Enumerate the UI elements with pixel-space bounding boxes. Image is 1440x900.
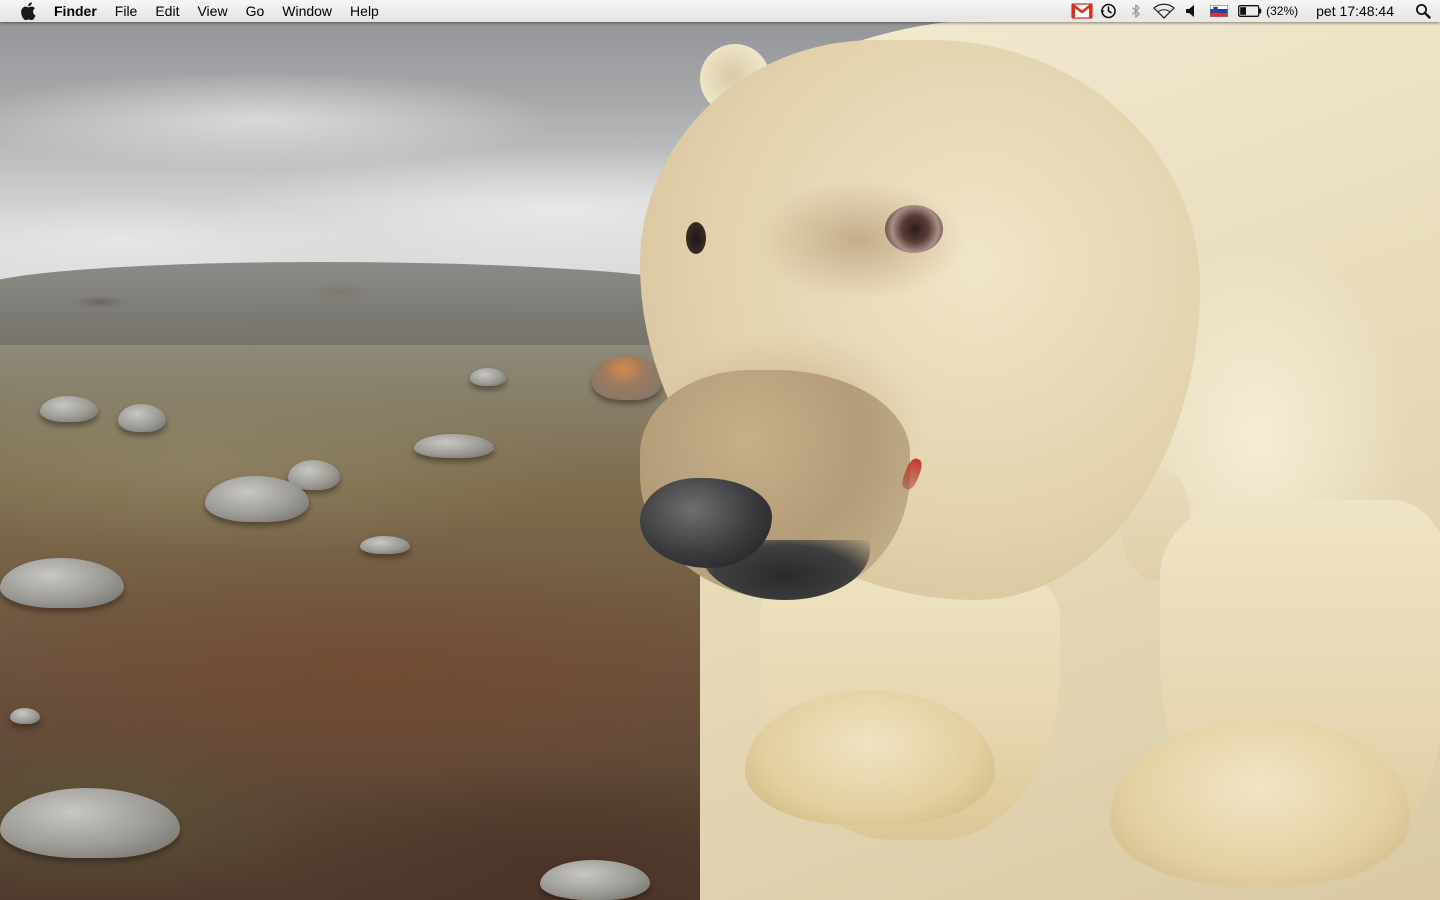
- menu-bar: Finder File Edit View Go Window Help (32…: [0, 0, 1440, 22]
- volume-icon[interactable]: [1178, 0, 1204, 22]
- battery-percent: (32%): [1266, 4, 1299, 18]
- menu-bar-left: Finder File Edit View Go Window Help: [0, 0, 388, 22]
- rock: [592, 356, 662, 400]
- slovenian-flag-icon[interactable]: [1204, 0, 1234, 22]
- spotlight-search-icon[interactable]: [1406, 0, 1440, 22]
- rock: [118, 404, 166, 432]
- polar-bear-eye: [885, 205, 943, 253]
- menu-window[interactable]: Window: [273, 0, 341, 22]
- battery-icon: [1238, 5, 1262, 17]
- rock: [40, 396, 98, 422]
- rock: [540, 860, 650, 900]
- menu-go[interactable]: Go: [237, 0, 274, 22]
- rock: [414, 434, 494, 458]
- menu-help[interactable]: Help: [341, 0, 388, 22]
- menu-file[interactable]: File: [106, 0, 147, 22]
- rock: [360, 536, 410, 554]
- wifi-icon[interactable]: [1150, 0, 1178, 22]
- bluetooth-icon[interactable]: [1122, 0, 1150, 22]
- menu-edit[interactable]: Edit: [146, 0, 188, 22]
- apple-logo-icon[interactable]: [17, 0, 39, 22]
- rock: [470, 368, 506, 386]
- menu-finder[interactable]: Finder: [53, 0, 106, 22]
- battery-status[interactable]: (32%): [1234, 0, 1302, 22]
- menu-bar-clock[interactable]: pet 17:48:44: [1302, 0, 1406, 22]
- rock: [10, 708, 40, 724]
- menu-bar-status-area: (32%) pet 17:48:44: [1070, 0, 1440, 22]
- menu-view[interactable]: View: [188, 0, 236, 22]
- time-machine-icon[interactable]: [1094, 0, 1122, 22]
- polar-bear-far-eye: [686, 222, 706, 254]
- gmail-icon[interactable]: [1070, 0, 1094, 22]
- desktop-wallpaper: [0, 0, 1440, 900]
